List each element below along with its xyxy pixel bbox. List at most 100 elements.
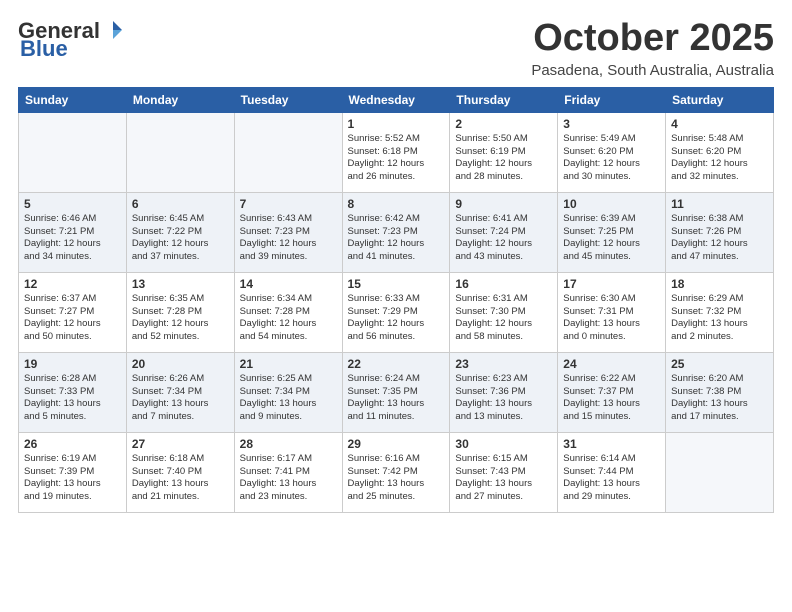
day-number: 2 bbox=[455, 117, 552, 131]
table-cell: 8 Sunrise: 6:42 AMSunset: 7:23 PMDaylight… bbox=[342, 192, 450, 272]
day-info: Sunrise: 6:26 AMSunset: 7:34 PMDaylight:… bbox=[132, 373, 229, 424]
logo-blue-text: Blue bbox=[20, 38, 68, 60]
day-number: 28 bbox=[240, 437, 337, 451]
table-cell: 31 Sunrise: 6:14 AMSunset: 7:44 PMDayligh… bbox=[558, 432, 666, 512]
day-info: Sunrise: 6:33 AMSunset: 7:29 PMDaylight:… bbox=[348, 293, 445, 344]
day-info: Sunrise: 6:15 AMSunset: 7:43 PMDaylight:… bbox=[455, 453, 552, 504]
table-cell bbox=[666, 432, 774, 512]
day-number: 19 bbox=[24, 357, 121, 371]
table-cell: 30Sunrise: 6:15 AMSunset: 7:43 PMDayligh… bbox=[450, 432, 558, 512]
day-number: 22 bbox=[348, 357, 445, 371]
day-info: Sunrise: 6:45 AMSunset: 7:22 PMDaylight:… bbox=[132, 213, 229, 264]
table-cell: 6 Sunrise: 6:45 AMSunset: 7:22 PMDaylight… bbox=[126, 192, 234, 272]
day-number: 8 bbox=[348, 197, 445, 211]
day-info: Sunrise: 6:18 AMSunset: 7:40 PMDaylight:… bbox=[132, 453, 229, 504]
col-tuesday: Tuesday bbox=[234, 87, 342, 112]
day-number: 1 bbox=[348, 117, 445, 131]
day-number: 11 bbox=[671, 197, 768, 211]
day-info: Sunrise: 6:29 AMSunset: 7:32 PMDaylight:… bbox=[671, 293, 768, 344]
day-info: Sunrise: 6:24 AMSunset: 7:35 PMDaylight:… bbox=[348, 373, 445, 424]
day-number: 17 bbox=[563, 277, 660, 291]
day-info: Sunrise: 6:39 AMSunset: 7:25 PMDaylight:… bbox=[563, 213, 660, 264]
day-number: 21 bbox=[240, 357, 337, 371]
col-monday: Monday bbox=[126, 87, 234, 112]
day-info: Sunrise: 6:37 AMSunset: 7:27 PMDaylight:… bbox=[24, 293, 121, 344]
location: Pasadena, South Australia, Australia bbox=[531, 62, 774, 79]
table-cell: 20 Sunrise: 6:26 AMSunset: 7:34 PMDayligh… bbox=[126, 352, 234, 432]
table-cell: 7 Sunrise: 6:43 AMSunset: 7:23 PMDaylight… bbox=[234, 192, 342, 272]
table-cell: 24Sunrise: 6:22 AMSunset: 7:37 PMDayligh… bbox=[558, 352, 666, 432]
day-info: Sunrise: 6:19 AMSunset: 7:39 PMDaylight:… bbox=[24, 453, 121, 504]
day-info: Sunrise: 6:42 AMSunset: 7:23 PMDaylight:… bbox=[348, 213, 445, 264]
day-number: 6 bbox=[132, 197, 229, 211]
table-cell: 28 Sunrise: 6:17 AMSunset: 7:41 PMDayligh… bbox=[234, 432, 342, 512]
day-info: Sunrise: 6:20 AMSunset: 7:38 PMDaylight:… bbox=[671, 373, 768, 424]
day-number: 20 bbox=[132, 357, 229, 371]
calendar-week-row: 12Sunrise: 6:37 AMSunset: 7:27 PMDayligh… bbox=[19, 272, 774, 352]
table-cell: 18 Sunrise: 6:29 AMSunset: 7:32 PMDayligh… bbox=[666, 272, 774, 352]
table-cell: 13Sunrise: 6:35 AMSunset: 7:28 PMDayligh… bbox=[126, 272, 234, 352]
title-section: October 2025 Pasadena, South Australia, … bbox=[531, 18, 774, 79]
table-cell: 2 Sunrise: 5:50 AMSunset: 6:19 PMDaylight… bbox=[450, 112, 558, 192]
calendar-header-row: Sunday Monday Tuesday Wednesday Thursday… bbox=[19, 87, 774, 112]
day-info: Sunrise: 6:25 AMSunset: 7:34 PMDaylight:… bbox=[240, 373, 337, 424]
day-info: Sunrise: 6:23 AMSunset: 7:36 PMDaylight:… bbox=[455, 373, 552, 424]
table-cell: 11 Sunrise: 6:38 AMSunset: 7:26 PMDayligh… bbox=[666, 192, 774, 272]
col-wednesday: Wednesday bbox=[342, 87, 450, 112]
table-cell: 3Sunrise: 5:49 AMSunset: 6:20 PMDaylight… bbox=[558, 112, 666, 192]
table-cell: 10Sunrise: 6:39 AMSunset: 7:25 PMDayligh… bbox=[558, 192, 666, 272]
table-cell bbox=[19, 112, 127, 192]
day-info: Sunrise: 6:30 AMSunset: 7:31 PMDaylight:… bbox=[563, 293, 660, 344]
table-cell: 26 Sunrise: 6:19 AMSunset: 7:39 PMDayligh… bbox=[19, 432, 127, 512]
day-info: Sunrise: 6:17 AMSunset: 7:41 PMDaylight:… bbox=[240, 453, 337, 504]
day-info: Sunrise: 5:49 AMSunset: 6:20 PMDaylight:… bbox=[563, 133, 660, 184]
table-cell: 23 Sunrise: 6:23 AMSunset: 7:36 PMDayligh… bbox=[450, 352, 558, 432]
day-info: Sunrise: 6:41 AMSunset: 7:24 PMDaylight:… bbox=[455, 213, 552, 264]
col-saturday: Saturday bbox=[666, 87, 774, 112]
day-number: 18 bbox=[671, 277, 768, 291]
table-cell: 29 Sunrise: 6:16 AMSunset: 7:42 PMDayligh… bbox=[342, 432, 450, 512]
day-info: Sunrise: 6:43 AMSunset: 7:23 PMDaylight:… bbox=[240, 213, 337, 264]
day-number: 7 bbox=[240, 197, 337, 211]
day-number: 14 bbox=[240, 277, 337, 291]
table-cell: 14 Sunrise: 6:34 AMSunset: 7:28 PMDayligh… bbox=[234, 272, 342, 352]
table-cell: 4 Sunrise: 5:48 AMSunset: 6:20 PMDaylight… bbox=[666, 112, 774, 192]
calendar: Sunday Monday Tuesday Wednesday Thursday… bbox=[18, 87, 774, 513]
table-cell: 21 Sunrise: 6:25 AMSunset: 7:34 PMDayligh… bbox=[234, 352, 342, 432]
day-number: 26 bbox=[24, 437, 121, 451]
month-title: October 2025 bbox=[531, 18, 774, 60]
day-number: 27 bbox=[132, 437, 229, 451]
table-cell bbox=[234, 112, 342, 192]
table-cell: 1 Sunrise: 5:52 AMSunset: 6:18 PMDaylight… bbox=[342, 112, 450, 192]
calendar-week-row: 1 Sunrise: 5:52 AMSunset: 6:18 PMDaylight… bbox=[19, 112, 774, 192]
day-info: Sunrise: 6:28 AMSunset: 7:33 PMDaylight:… bbox=[24, 373, 121, 424]
day-info: Sunrise: 6:35 AMSunset: 7:28 PMDaylight:… bbox=[132, 293, 229, 344]
day-number: 5 bbox=[24, 197, 121, 211]
day-number: 29 bbox=[348, 437, 445, 451]
day-number: 16 bbox=[455, 277, 552, 291]
logo: General Blue bbox=[18, 20, 124, 60]
table-cell: 25Sunrise: 6:20 AMSunset: 7:38 PMDayligh… bbox=[666, 352, 774, 432]
table-cell: 16Sunrise: 6:31 AMSunset: 7:30 PMDayligh… bbox=[450, 272, 558, 352]
table-cell: 27 Sunrise: 6:18 AMSunset: 7:40 PMDayligh… bbox=[126, 432, 234, 512]
calendar-week-row: 5Sunrise: 6:46 AMSunset: 7:21 PMDaylight… bbox=[19, 192, 774, 272]
day-info: Sunrise: 5:52 AMSunset: 6:18 PMDaylight:… bbox=[348, 133, 445, 184]
table-cell: 17 Sunrise: 6:30 AMSunset: 7:31 PMDayligh… bbox=[558, 272, 666, 352]
day-info: Sunrise: 5:48 AMSunset: 6:20 PMDaylight:… bbox=[671, 133, 768, 184]
day-info: Sunrise: 6:38 AMSunset: 7:26 PMDaylight:… bbox=[671, 213, 768, 264]
day-number: 4 bbox=[671, 117, 768, 131]
day-info: Sunrise: 5:50 AMSunset: 6:19 PMDaylight:… bbox=[455, 133, 552, 184]
table-cell bbox=[126, 112, 234, 192]
day-info: Sunrise: 6:34 AMSunset: 7:28 PMDaylight:… bbox=[240, 293, 337, 344]
table-cell: 15Sunrise: 6:33 AMSunset: 7:29 PMDayligh… bbox=[342, 272, 450, 352]
day-info: Sunrise: 6:16 AMSunset: 7:42 PMDaylight:… bbox=[348, 453, 445, 504]
page: General Blue October 2025 Pasadena, Sout… bbox=[0, 0, 792, 612]
table-cell: 5Sunrise: 6:46 AMSunset: 7:21 PMDaylight… bbox=[19, 192, 127, 272]
header: General Blue October 2025 Pasadena, Sout… bbox=[18, 18, 774, 79]
day-info: Sunrise: 6:14 AMSunset: 7:44 PMDaylight:… bbox=[563, 453, 660, 504]
day-number: 31 bbox=[563, 437, 660, 451]
col-thursday: Thursday bbox=[450, 87, 558, 112]
calendar-week-row: 26 Sunrise: 6:19 AMSunset: 7:39 PMDayligh… bbox=[19, 432, 774, 512]
day-number: 23 bbox=[455, 357, 552, 371]
day-number: 9 bbox=[455, 197, 552, 211]
